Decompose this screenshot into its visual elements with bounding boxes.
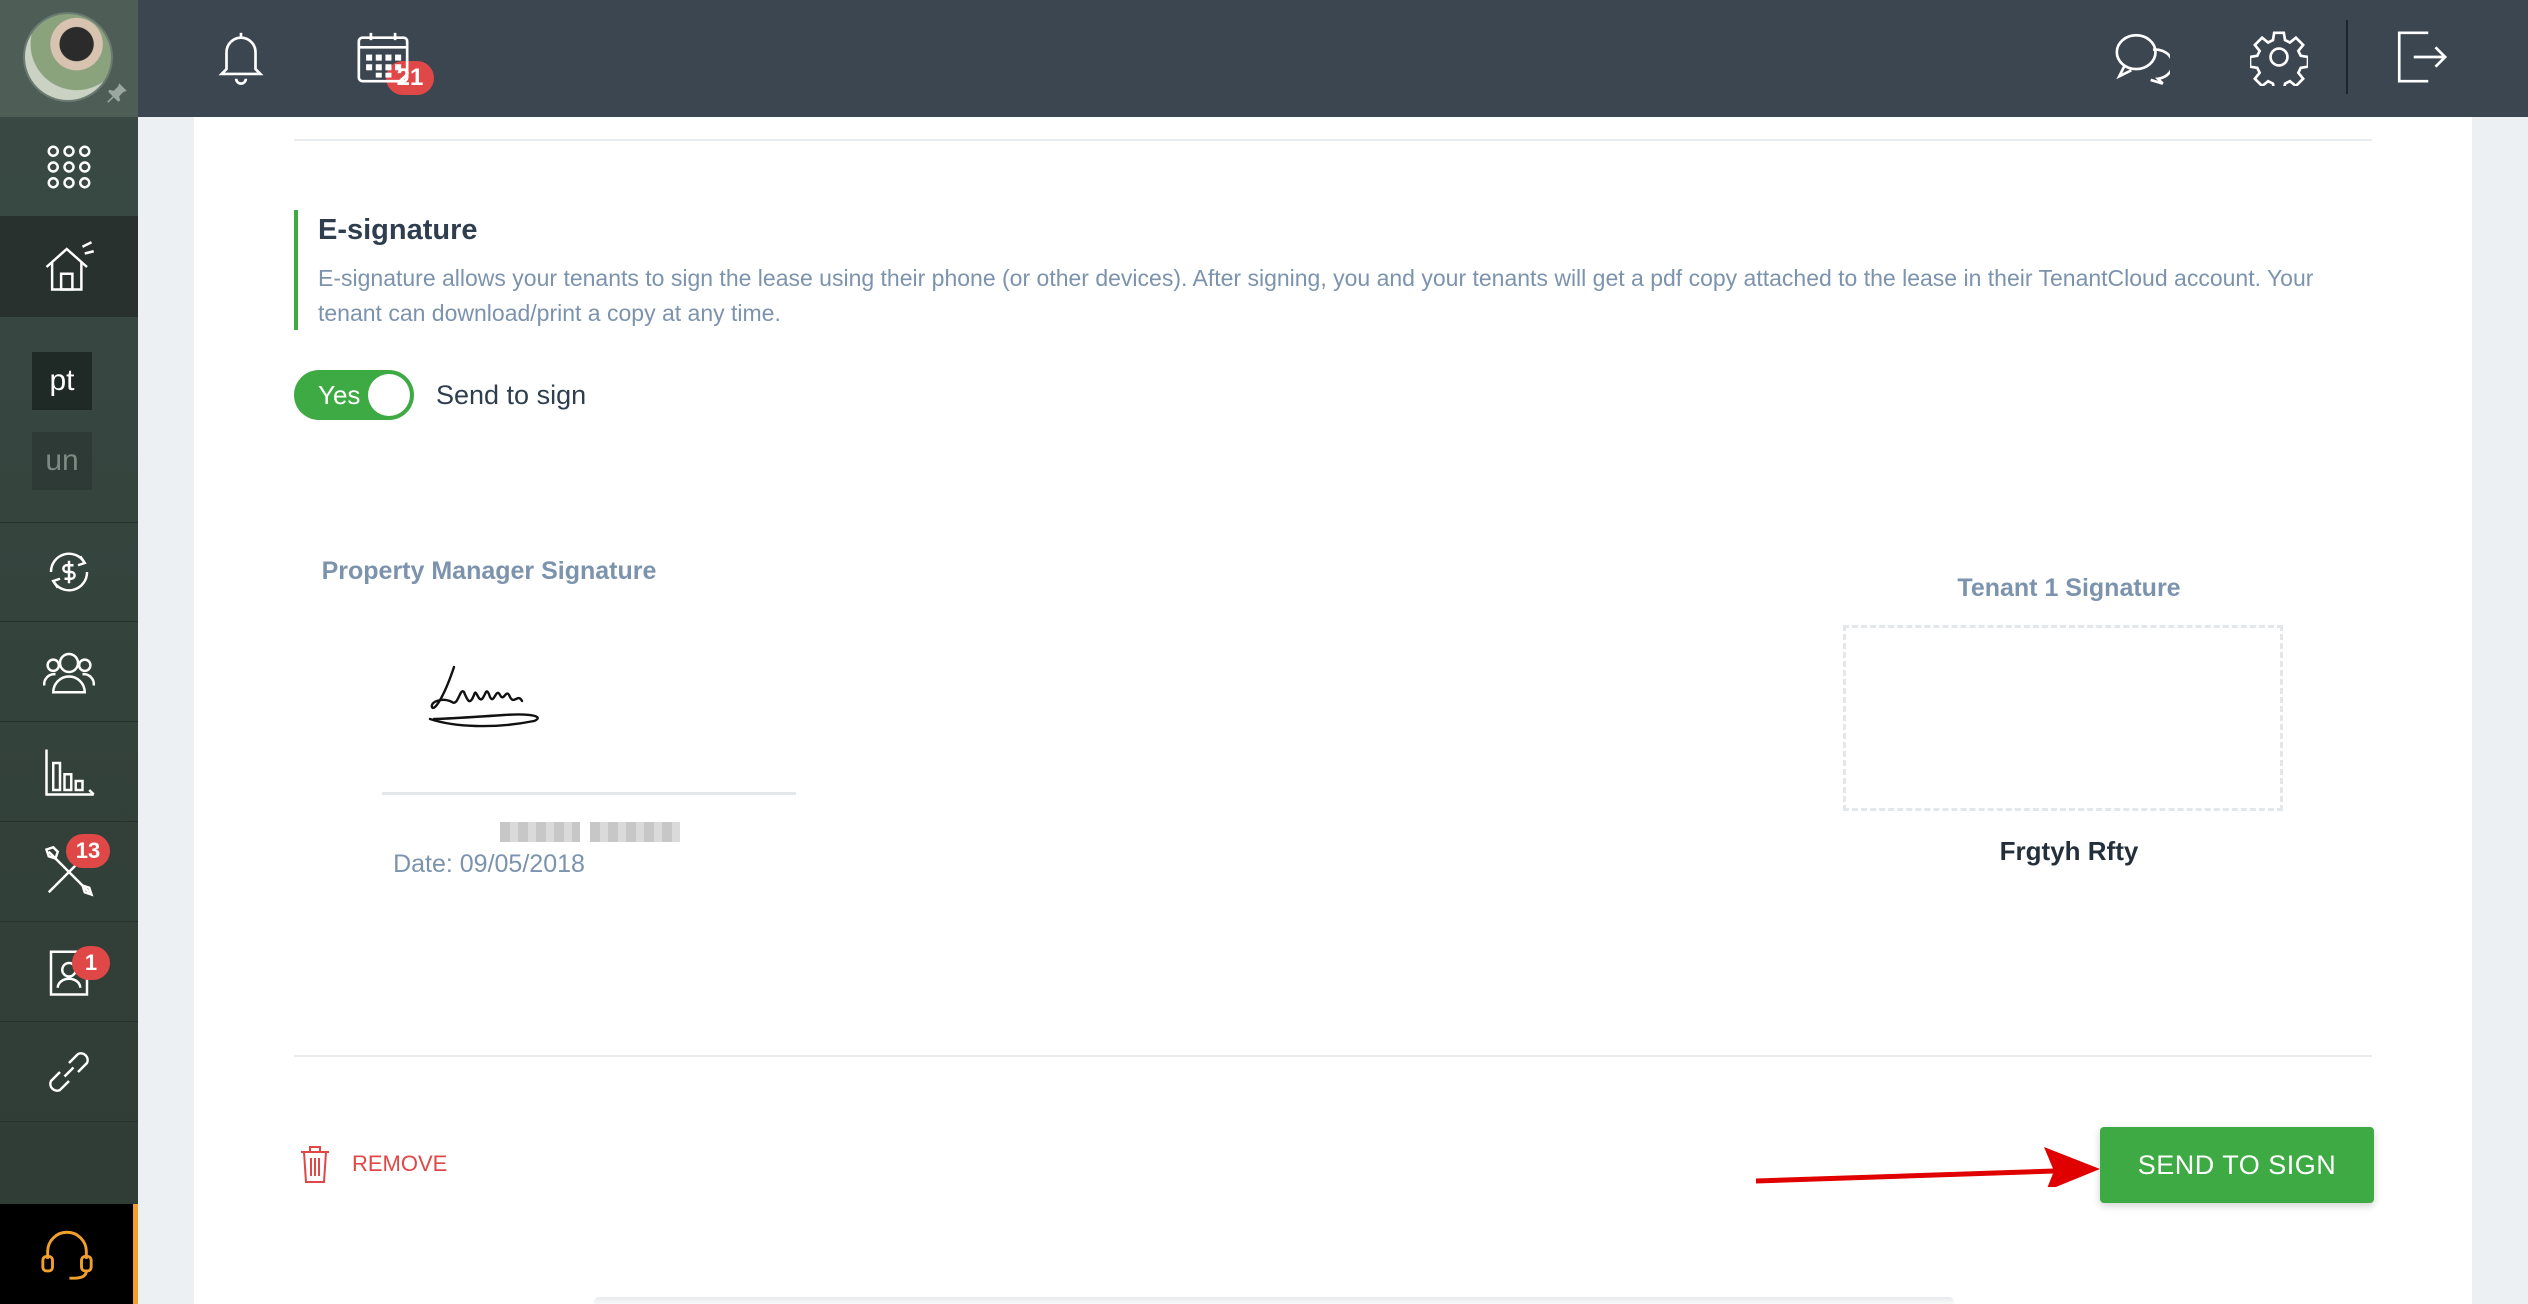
bottom-panel-edge (594, 1297, 1954, 1304)
remove-button[interactable]: REMOVE (298, 1144, 447, 1184)
gear-icon[interactable] (2250, 28, 2308, 86)
sidebar-item-pt[interactable]: pt (32, 352, 92, 410)
tenant-signature-box (1843, 625, 2283, 811)
sidebar-item-people[interactable] (0, 622, 138, 722)
users-icon (43, 652, 95, 693)
sidebar-item-applications[interactable]: 1 (0, 922, 138, 1022)
sidebar-item-properties[interactable] (0, 217, 138, 317)
user-avatar-area[interactable] (0, 0, 138, 117)
maintenance-badge: 13 (66, 834, 110, 868)
esignature-title: E-signature (318, 214, 478, 246)
bell-icon[interactable] (212, 28, 270, 86)
tenant-name: Frgtyh Rfty (1999, 836, 2139, 866)
property-manager-signature-title: Property Manager Signature (321, 557, 657, 585)
trash-icon (301, 1146, 329, 1183)
link-icon (49, 1051, 89, 1092)
sidebar-item-un[interactable]: un (32, 432, 92, 490)
esignature-info: E-signature E-signature allows your tena… (294, 210, 2372, 330)
money-cycle-icon (49, 552, 89, 592)
avatar[interactable] (23, 12, 113, 102)
lease-signature-card: E-signature E-signature allows your tena… (194, 117, 2472, 1304)
toggle-label: Send to sign (436, 379, 587, 410)
toggle-knob (368, 374, 410, 416)
apps-grid-icon (47, 145, 91, 188)
property-manager-signature-date: Date: 09/05/2018 (393, 850, 585, 878)
tenant-signature-title: Tenant 1 Signature (1957, 574, 2181, 602)
sidebar-item-links[interactable] (0, 1022, 138, 1122)
calendar-icon[interactable] (354, 28, 412, 86)
divider (294, 1055, 2372, 1057)
sidebar: pt un 13 1 (0, 0, 138, 1304)
arrow-annotation (1755, 1147, 2100, 1187)
sidebar-item-accounting[interactable] (0, 522, 138, 622)
sidebar-item-reports[interactable] (0, 722, 138, 822)
divider (294, 139, 2372, 141)
chat-icon[interactable] (2112, 28, 2170, 86)
support-button[interactable] (0, 1204, 138, 1304)
bar-chart-icon (45, 749, 95, 796)
send-to-sign-button[interactable]: SEND TO SIGN (2100, 1127, 2374, 1203)
topbar: 21 (138, 0, 2528, 117)
remove-label: REMOVE (352, 1151, 448, 1176)
headset-icon (40, 1230, 93, 1280)
house-icon (45, 240, 95, 291)
sidebar-item-maintenance[interactable]: 13 (0, 822, 138, 922)
signature-line (382, 792, 796, 795)
applications-badge: 1 (72, 946, 110, 980)
toggle-value: Yes (318, 380, 361, 410)
logout-icon[interactable] (2392, 28, 2450, 86)
send-to-sign-toggle-row: Yes Send to sign (294, 370, 586, 420)
send-to-sign-toggle[interactable]: Yes (294, 370, 414, 420)
sidebar-item-apps[interactable] (0, 117, 138, 217)
property-manager-name-redacted (500, 822, 684, 844)
topbar-separator (2346, 20, 2348, 94)
property-manager-signature-image (428, 665, 539, 728)
pin-icon[interactable] (104, 80, 130, 106)
esignature-description: E-signature allows your tenants to sign … (318, 265, 2314, 326)
